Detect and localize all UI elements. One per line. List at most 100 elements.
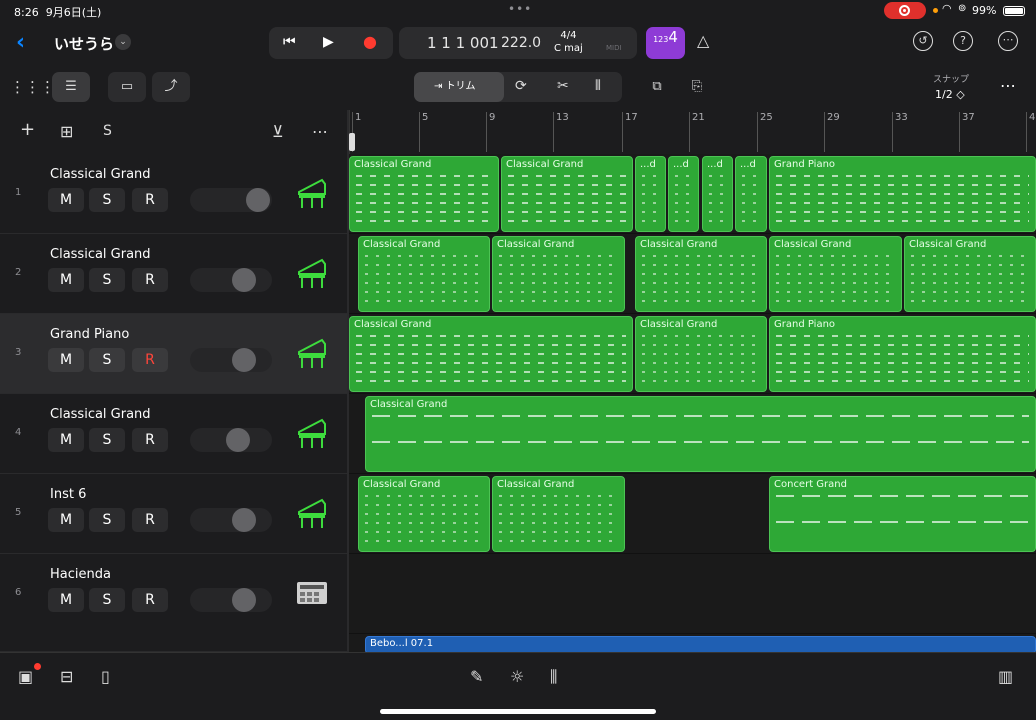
solo-all-icon[interactable]: S [103, 123, 112, 139]
midi-region[interactable]: Classical Grand [635, 236, 767, 312]
undo-icon[interactable]: ↺ [913, 31, 933, 51]
more-options-icon[interactable]: ⋯ [998, 31, 1018, 51]
mute-button[interactable]: M [48, 268, 84, 292]
smart-controls-icon[interactable]: ☼ [510, 667, 524, 686]
lcd-display[interactable]: 1 1 1 001 222.0 4/4 C maj MIDI [399, 27, 637, 59]
volume-slider[interactable] [190, 268, 272, 292]
pencil-icon[interactable]: ✎ [470, 667, 483, 686]
solo-button[interactable]: S [89, 588, 125, 612]
trim-tool[interactable]: ⇥ トリム [414, 72, 504, 102]
mute-button[interactable]: M [48, 188, 84, 212]
bar-marker: 33 [892, 112, 908, 152]
snap-value[interactable]: 1/2 ◇ [935, 88, 965, 101]
multitasking-dots[interactable]: ••• [508, 2, 532, 16]
solo-button[interactable]: S [89, 348, 125, 372]
timeline-ruler[interactable]: 1 5 9 13 17 21 25 29 33 37 41 [349, 110, 1036, 154]
loop-tool-icon[interactable]: ⟳ [515, 78, 527, 94]
record-enable-button[interactable]: R [132, 268, 168, 292]
inspector-icon[interactable]: ▯ [101, 667, 110, 686]
solo-button[interactable]: S [89, 508, 125, 532]
more-options-icon[interactable]: ⋯ [1000, 76, 1016, 95]
volume-knob[interactable] [226, 428, 250, 452]
tracks-area[interactable]: Classical Grand Classical Grand ...d ...… [349, 154, 1036, 652]
volume-slider[interactable] [190, 428, 272, 452]
midi-region[interactable]: ...d [668, 156, 699, 232]
record-enable-button[interactable]: R [132, 428, 168, 452]
record-enable-button[interactable]: R [132, 188, 168, 212]
audio-region[interactable]: Bebo...l 07.1 [365, 636, 1036, 652]
midi-region[interactable]: Classical Grand [358, 236, 490, 312]
playhead[interactable] [349, 133, 355, 151]
scissors-icon[interactable]: ✂ [557, 78, 569, 94]
screen-recording-indicator[interactable] [884, 2, 926, 19]
copy-icon[interactable]: ⧉ [642, 72, 672, 102]
volume-slider[interactable] [190, 508, 272, 532]
chevron-down-icon[interactable]: ⌄ [115, 34, 131, 50]
record-enable-button[interactable]: R [132, 348, 168, 372]
midi-region[interactable]: Classical Grand [349, 316, 633, 392]
mixer-icon[interactable]: ⫼ [550, 667, 557, 687]
home-indicator[interactable] [380, 709, 656, 714]
track-header-6[interactable]: 6 Hacienda M S R [0, 554, 347, 652]
paste-icon[interactable]: ⎘ [682, 72, 712, 102]
play-icon[interactable]: ▶ [323, 34, 334, 50]
track-header-5[interactable]: 5 Inst 6 M S R [0, 474, 347, 554]
midi-region[interactable]: Classical Grand [501, 156, 633, 232]
volume-knob[interactable] [232, 348, 256, 372]
track-header-1[interactable]: 1 Classical Grand M S R [0, 154, 347, 234]
song-title[interactable]: いせうら [54, 33, 114, 54]
region-view-icon[interactable]: ▭ [108, 72, 146, 102]
midi-region[interactable]: Classical Grand [635, 316, 767, 392]
volume-slider[interactable] [190, 588, 272, 612]
midi-region[interactable]: Classical Grand [365, 396, 1036, 472]
midi-region[interactable]: Classical Grand [358, 476, 490, 552]
midi-region[interactable]: Classical Grand [492, 236, 625, 312]
join-tool-icon[interactable]: ⫴ [595, 78, 601, 94]
track-header-2[interactable]: 2 Classical Grand M S R [0, 234, 347, 314]
keyboard-icon[interactable]: ▥ [998, 667, 1013, 686]
record-icon[interactable]: ● [363, 32, 377, 51]
go-to-beginning-icon[interactable]: ⏮ [283, 34, 296, 50]
solo-button[interactable]: S [89, 268, 125, 292]
grand-piano-icon [298, 258, 326, 288]
solo-button[interactable]: S [89, 188, 125, 212]
mute-button[interactable]: M [48, 508, 84, 532]
mute-button[interactable]: M [48, 348, 84, 372]
count-in-button[interactable]: 1234 [646, 27, 685, 59]
midi-region[interactable]: Classical Grand [349, 156, 499, 232]
volume-slider[interactable] [190, 348, 272, 372]
volume-slider[interactable] [190, 188, 272, 212]
midi-region[interactable]: Classical Grand [769, 236, 902, 312]
tracks-view-icon[interactable]: ☰ [52, 72, 90, 102]
back-chevron-icon[interactable]: ‹ [16, 30, 25, 55]
mute-button[interactable]: M [48, 588, 84, 612]
midi-region[interactable]: ...d [635, 156, 666, 232]
midi-region[interactable]: ...d [702, 156, 733, 232]
duplicate-track-icon[interactable]: ⊞ [60, 122, 73, 141]
volume-knob[interactable] [246, 188, 270, 212]
import-icon[interactable]: ⊻ [272, 122, 284, 141]
browser-icon[interactable]: ▣ [18, 667, 33, 686]
volume-knob[interactable] [232, 268, 256, 292]
track-header-4[interactable]: 4 Classical Grand M S R [0, 394, 347, 474]
add-track-icon[interactable]: + [20, 119, 35, 140]
solo-button[interactable]: S [89, 428, 125, 452]
volume-knob[interactable] [232, 588, 256, 612]
record-enable-button[interactable]: R [132, 508, 168, 532]
mute-button[interactable]: M [48, 428, 84, 452]
plugins-icon[interactable]: ⊟ [60, 667, 73, 686]
midi-region[interactable]: Grand Piano [769, 316, 1036, 392]
metronome-icon[interactable]: △ [697, 31, 709, 50]
volume-knob[interactable] [232, 508, 256, 532]
record-enable-button[interactable]: R [132, 588, 168, 612]
midi-region[interactable]: ...d [735, 156, 767, 232]
track-header-3[interactable]: 3 Grand Piano M S R [0, 314, 347, 394]
track-more-icon[interactable]: ⋯ [312, 122, 328, 141]
automation-icon[interactable]: ⤴ [152, 72, 190, 102]
midi-region[interactable]: Concert Grand [769, 476, 1036, 552]
midi-region[interactable]: Grand Piano [769, 156, 1036, 232]
grid-view-icon[interactable]: ⋮⋮⋮ [10, 72, 55, 102]
help-icon[interactable]: ? [953, 31, 973, 51]
midi-region[interactable]: Classical Grand [904, 236, 1036, 312]
midi-region[interactable]: Classical Grand [492, 476, 625, 552]
